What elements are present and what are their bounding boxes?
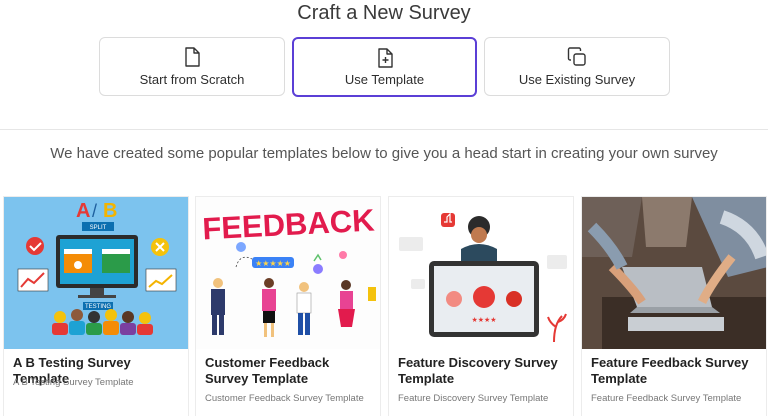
template-title: Feature Discovery Survey Template <box>398 355 558 386</box>
use-template-button[interactable]: Use Template <box>292 37 477 97</box>
template-card-customer-feedback[interactable]: FEEDBACK ★★★★★ Customer Feedback Survey … <box>195 196 381 416</box>
template-title: Customer Feedback Survey Template <box>205 355 330 386</box>
template-thumbnail <box>582 197 766 349</box>
template-title: Feature Feedback Survey Template <box>591 355 749 386</box>
use-existing-survey-button[interactable]: Use Existing Survey <box>484 37 670 96</box>
template-thumbnail: ★★★★ <box>389 197 573 349</box>
thumb-letter-b: B <box>103 200 117 222</box>
intro-text: We have created some popular templates b… <box>50 145 718 162</box>
thumb-letter-a: A <box>76 200 90 222</box>
page-title: Craft a New Survey <box>297 2 471 24</box>
thumb-split: SPLIT <box>90 225 107 231</box>
template-card-feature-discovery[interactable]: ★★★★ Feature Discovery Survey Template F… <box>388 196 574 416</box>
svg-text:★★★★: ★★★★ <box>471 316 496 324</box>
thumb-testing: TESTING <box>85 304 111 310</box>
template-subtitle: A B Testing Survey Template <box>13 377 134 388</box>
template-thumbnail: FEEDBACK ★★★★★ <box>196 197 380 349</box>
template-subtitle: Customer Feedback Survey Template <box>205 393 364 404</box>
start-from-scratch-button[interactable]: Start from Scratch <box>99 37 285 96</box>
option-label: Start from Scratch <box>139 72 245 87</box>
svg-text:★★★★★: ★★★★★ <box>255 259 291 268</box>
thumb-slash: / <box>92 201 97 221</box>
template-thumbnail: A / B SPLIT TESTING <box>4 197 188 349</box>
option-label: Use Template <box>344 72 425 87</box>
thumb-feedback-banner: FEEDBACK <box>202 202 376 246</box>
divider <box>0 129 768 130</box>
file-icon <box>184 47 200 67</box>
option-label: Use Existing Survey <box>518 72 636 87</box>
copy-icon <box>567 47 587 67</box>
template-subtitle: Feature Discovery Survey Template <box>398 393 549 404</box>
template-card-ab-testing[interactable]: A / B SPLIT TESTING A B Testing Survey T… <box>3 196 189 416</box>
template-card-feature-feedback[interactable]: Feature Feedback Survey Template Feature… <box>581 196 767 416</box>
template-subtitle: Feature Feedback Survey Template <box>591 393 742 404</box>
file-plus-icon <box>377 48 393 68</box>
